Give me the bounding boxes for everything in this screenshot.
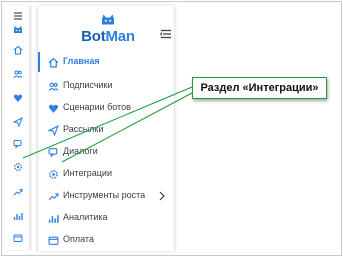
card-icon	[48, 236, 59, 245]
sidebar-item-mailings[interactable]: Рассылки	[38, 120, 176, 140]
trending-icon	[48, 193, 59, 201]
bar-chart-icon[interactable]	[6, 209, 30, 223]
card-icon[interactable]	[6, 231, 30, 245]
brand-logo[interactable]: BotMan	[78, 14, 138, 45]
gear-icon[interactable]	[6, 160, 30, 174]
heart-icon	[48, 104, 59, 113]
collapse-menu-icon[interactable]	[160, 29, 172, 39]
brand-name: BotMan	[81, 28, 135, 45]
sidebar-item-label: Интеграции	[63, 168, 112, 178]
trending-icon[interactable]	[6, 185, 30, 199]
home-icon[interactable]	[6, 43, 30, 57]
users-icon[interactable]	[6, 67, 30, 81]
sidebar-item-payment[interactable]: Оплата	[38, 230, 176, 250]
sidebar-item-label: Сценарии ботов	[63, 102, 131, 112]
send-icon	[48, 125, 59, 136]
expanded-sidebar: BotMan Главная Подписчики Сценарии ботов…	[37, 6, 175, 251]
sidebar-item-label: Рассылки	[63, 124, 104, 134]
logo-icon	[102, 14, 114, 25]
sidebar-item-analytics[interactable]: Аналитика	[38, 208, 176, 228]
sidebar-item-home[interactable]: Главная	[38, 52, 176, 72]
sidebar-item-label: Аналитика	[63, 212, 108, 222]
collapsed-sidebar	[6, 6, 30, 250]
sidebar-item-integrations[interactable]: Интеграции	[38, 164, 176, 184]
sidebar-item-label: Диалоги	[63, 146, 98, 156]
sidebar-item-label: Подписчики	[63, 80, 113, 90]
heart-icon[interactable]	[6, 91, 30, 105]
chevron-right-icon[interactable]	[158, 191, 166, 201]
sidebar-item-growth-tools[interactable]: Инструменты роста	[38, 186, 176, 206]
menu-icon[interactable]	[6, 9, 30, 23]
bar-chart-icon	[48, 215, 59, 223]
sidebar-item-label: Инструменты роста	[63, 190, 146, 200]
logo-icon[interactable]	[6, 23, 30, 37]
sidebar-item-subscribers[interactable]: Подписчики	[38, 76, 176, 96]
chat-icon[interactable]	[6, 137, 30, 151]
sidebar-item-label: Оплата	[63, 234, 94, 244]
sidebar-item-bot-scenarios[interactable]: Сценарии ботов	[38, 98, 176, 118]
screenshot-frame: BotMan Главная Подписчики Сценарии ботов…	[1, 1, 342, 256]
sidebar-item-dialogs[interactable]: Диалоги	[38, 142, 176, 162]
sidebar-item-label: Главная	[63, 56, 100, 66]
gear-icon	[49, 170, 58, 179]
home-icon	[48, 57, 59, 68]
send-icon[interactable]	[6, 115, 30, 129]
users-icon	[48, 82, 59, 91]
chat-icon	[48, 148, 58, 158]
callout-label: Раздел «Интеграции»	[192, 77, 327, 99]
